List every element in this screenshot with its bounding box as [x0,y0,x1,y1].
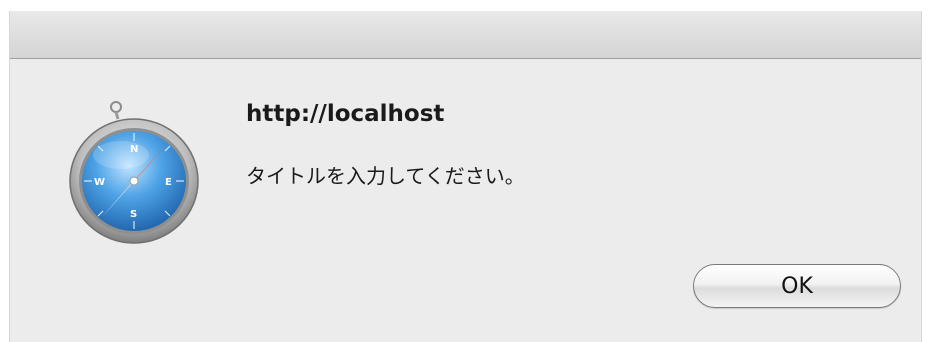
svg-text:W: W [94,177,105,188]
alert-dialog: N S W E http://localhost タイトルを入力してください。 … [9,11,922,342]
dialog-message: タイトルを入力してください。 [246,164,525,188]
screen: N S W E http://localhost タイトルを入力してください。 … [0,0,931,342]
ok-button[interactable]: OK [693,264,901,308]
dialog-titlebar[interactable] [10,11,921,59]
ok-button-label: OK [781,273,813,299]
safari-compass-icon: N S W E [66,95,206,245]
dialog-title: http://localhost [246,101,445,127]
svg-text:E: E [165,177,172,188]
svg-text:S: S [130,209,137,220]
